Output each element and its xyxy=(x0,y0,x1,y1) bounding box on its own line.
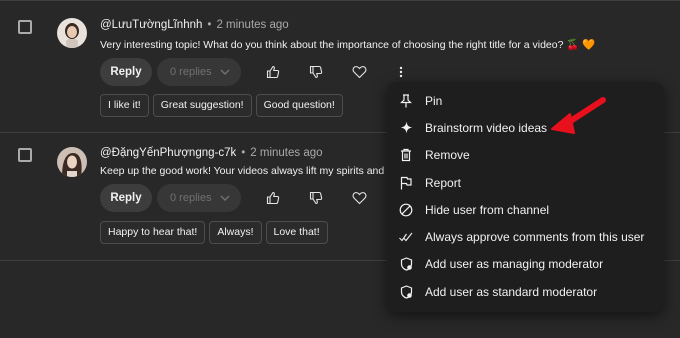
menu-item-label: Hide user from channel xyxy=(425,202,550,217)
shield-icon xyxy=(399,257,413,272)
suggested-reply-chip[interactable]: Love that! xyxy=(265,221,328,244)
replies-dropdown[interactable]: 0 replies xyxy=(157,58,241,86)
shield-icon xyxy=(399,285,413,299)
thumbs-up-icon xyxy=(266,191,280,205)
sparkle-icon xyxy=(399,121,413,135)
more-actions-button[interactable] xyxy=(390,61,412,83)
menu-item-pin[interactable]: Pin xyxy=(387,87,664,114)
menu-item-report[interactable]: Report xyxy=(387,169,664,196)
more-vert-icon xyxy=(399,66,403,78)
avatar[interactable] xyxy=(57,18,87,48)
comment-meta: @ĐặngYếnPhượngng-c7k • 2 minutes ago xyxy=(100,147,323,159)
dislike-button[interactable] xyxy=(305,61,327,83)
separator-dot: • xyxy=(241,147,246,159)
suggested-replies: I like it! Great suggestion! Good question… xyxy=(100,94,347,118)
heart-icon xyxy=(352,66,366,79)
like-button[interactable] xyxy=(262,61,284,83)
menu-item-label: Remove xyxy=(425,148,470,163)
comment-actions: Reply 0 replies xyxy=(100,58,403,86)
select-checkbox[interactable] xyxy=(18,20,32,34)
suggested-reply-chip[interactable]: Happy to hear that! xyxy=(100,221,206,244)
separator-dot: • xyxy=(207,19,212,31)
dislike-button[interactable] xyxy=(305,187,327,209)
replies-dropdown[interactable]: 0 replies xyxy=(157,184,241,212)
author-handle[interactable]: @LưuTườngLĩnhnh xyxy=(100,19,202,31)
avatar[interactable] xyxy=(57,147,87,177)
suggested-reply-chip[interactable]: Great suggestion! xyxy=(152,94,252,117)
chevron-down-icon xyxy=(220,69,230,75)
comment-meta: @LưuTườngLĩnhnh • 2 minutes ago xyxy=(100,19,289,31)
thumbs-down-icon xyxy=(309,65,323,79)
menu-item-label: Add user as managing moderator xyxy=(425,257,604,272)
reply-button[interactable]: Reply xyxy=(100,184,152,212)
comment-context-menu: Pin Brainstorm video ideas Remove Report… xyxy=(387,82,664,312)
author-handle[interactable]: @ĐặngYếnPhượngng-c7k xyxy=(100,147,236,159)
suggested-reply-chip[interactable]: Good question! xyxy=(255,94,343,117)
annotation-arrow-icon xyxy=(551,97,606,134)
timestamp[interactable]: 2 minutes ago xyxy=(250,147,322,159)
menu-item-hide-user[interactable]: Hide user from channel xyxy=(387,196,664,223)
heart-button[interactable] xyxy=(348,187,370,209)
menu-item-label: Always approve comments from this user xyxy=(425,230,645,245)
comment-text: Very interesting topic! What do you thin… xyxy=(100,39,596,51)
double-check-icon xyxy=(399,230,413,244)
menu-item-always-approve[interactable]: Always approve comments from this user xyxy=(387,223,664,250)
menu-item-add-managing-moderator[interactable]: Add user as managing moderator xyxy=(387,251,664,278)
like-button[interactable] xyxy=(262,187,284,209)
block-icon xyxy=(399,203,413,217)
menu-item-add-standard-moderator[interactable]: Add user as standard moderator xyxy=(387,278,664,305)
replies-count: 0 replies xyxy=(170,66,212,78)
thumbs-down-icon xyxy=(309,191,323,205)
menu-item-label: Add user as standard moderator xyxy=(425,284,598,299)
chevron-down-icon xyxy=(220,195,230,201)
thumbs-up-icon xyxy=(266,65,280,79)
menu-item-label: Pin xyxy=(425,93,443,108)
select-checkbox[interactable] xyxy=(18,148,32,162)
comment-actions: Reply 0 replies xyxy=(100,184,390,212)
menu-item-label: Brainstorm video ideas xyxy=(425,120,548,135)
suggested-reply-chip[interactable]: I like it! xyxy=(100,94,149,117)
suggested-replies: Happy to hear that! Always! Love that! xyxy=(100,221,332,245)
flag-icon xyxy=(399,176,413,190)
pin-icon xyxy=(399,94,413,108)
heart-icon xyxy=(352,192,366,205)
suggested-reply-chip[interactable]: Always! xyxy=(209,221,262,244)
menu-item-remove[interactable]: Remove xyxy=(387,142,664,169)
reply-button[interactable]: Reply xyxy=(100,58,152,86)
menu-item-brainstorm-video-ideas[interactable]: Brainstorm video ideas xyxy=(387,114,664,141)
timestamp[interactable]: 2 minutes ago xyxy=(216,19,288,31)
trash-icon xyxy=(399,148,413,162)
comment-text: Keep up the good work! Your videos alway… xyxy=(100,165,405,177)
replies-count: 0 replies xyxy=(170,192,212,204)
menu-item-label: Report xyxy=(425,175,462,190)
heart-button[interactable] xyxy=(348,61,370,83)
